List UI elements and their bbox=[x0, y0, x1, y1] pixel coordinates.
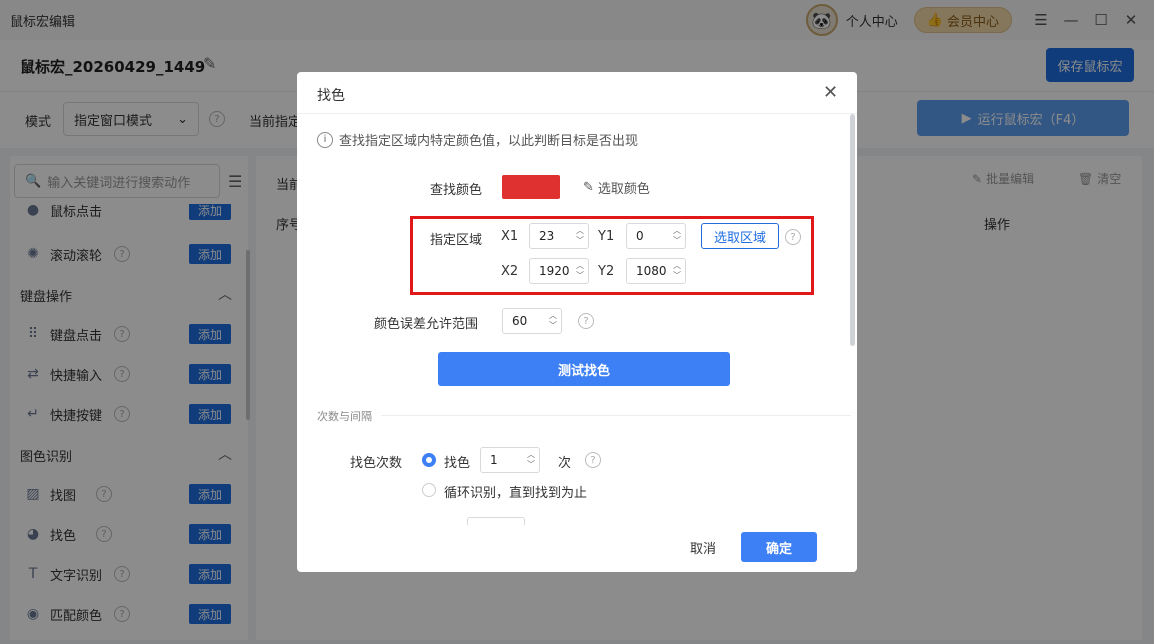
ok-button[interactable]: 确定 bbox=[741, 532, 817, 562]
pick-color-button[interactable]: ✎ 选取颜色 bbox=[583, 178, 650, 197]
y1-value: 0 bbox=[636, 229, 644, 243]
count-option-label: 找色 bbox=[444, 456, 471, 471]
stepper-arrows-icon[interactable]: ︿ ﹀ bbox=[549, 311, 557, 331]
count-value: 1 bbox=[490, 453, 498, 467]
cancel-button[interactable]: 取消 bbox=[677, 532, 729, 562]
find-color-dialog: 找色 ✕ i 查找指定区域内特定颜色值，以此判断目标是否出现 查找颜色 ✎ 选取… bbox=[297, 72, 857, 572]
y1-stepper[interactable]: 0 ︿ ﹀ bbox=[626, 223, 686, 249]
loop-option-label: 循环识别，直到找到为止 bbox=[444, 486, 588, 501]
count-label: 找色次数 bbox=[350, 456, 403, 471]
x2-value: 1920 bbox=[539, 264, 570, 278]
stepper-arrows-icon[interactable]: ︿ ﹀ bbox=[673, 226, 681, 246]
count-stepper[interactable]: 1 ︿ ﹀ bbox=[480, 447, 540, 473]
x1-label: X1 bbox=[501, 229, 519, 244]
y1-label: Y1 bbox=[598, 229, 615, 244]
dialog-header: 找色 ✕ bbox=[297, 72, 857, 114]
help-icon[interactable]: ? bbox=[785, 229, 801, 245]
dialog-title: 找色 bbox=[317, 88, 345, 104]
x1-value: 23 bbox=[539, 229, 555, 243]
close-icon[interactable]: ✕ bbox=[823, 82, 838, 103]
help-icon[interactable]: ? bbox=[578, 313, 594, 329]
y2-value: 1080 bbox=[636, 264, 667, 278]
pick-color-label: 选取颜色 bbox=[597, 182, 650, 197]
eyedropper-icon: ✎ bbox=[583, 180, 594, 195]
tolerance-value: 60 bbox=[512, 314, 528, 328]
info-row: i 查找指定区域内特定颜色值，以此判断目标是否出现 bbox=[317, 130, 638, 149]
stepper-arrows-icon[interactable]: ︿ ﹀ bbox=[576, 226, 584, 246]
interval-input[interactable] bbox=[467, 517, 525, 525]
select-area-button[interactable]: 选取区域 bbox=[701, 223, 779, 249]
find-color-label: 查找颜色 bbox=[430, 183, 483, 198]
help-icon[interactable]: ? bbox=[585, 452, 601, 468]
tolerance-label: 颜色误差允许范围 bbox=[374, 317, 479, 332]
info-icon: i bbox=[317, 131, 333, 148]
color-swatch[interactable] bbox=[502, 175, 560, 199]
x1-stepper[interactable]: 23 ︿ ﹀ bbox=[529, 223, 589, 249]
stepper-arrows-icon[interactable]: ︿ ﹀ bbox=[673, 261, 681, 281]
count-unit: 次 bbox=[558, 456, 572, 471]
test-find-color-button[interactable]: 测试找色 bbox=[438, 352, 730, 386]
dialog-scrollbar[interactable] bbox=[850, 114, 855, 346]
area-label: 指定区域 bbox=[430, 233, 483, 248]
x2-label: X2 bbox=[501, 264, 519, 279]
loop-radio[interactable] bbox=[422, 483, 436, 497]
section-title: 次数与间隔 bbox=[317, 410, 372, 423]
stepper-arrows-icon[interactable]: ︿ ﹀ bbox=[576, 261, 584, 281]
info-text: 查找指定区域内特定颜色值，以此判断目标是否出现 bbox=[339, 134, 639, 149]
app-window: 鼠标宏编辑 🐼 个人中心 👍 会员中心 ☰ — ☐ ✕ 鼠标宏_20260429… bbox=[0, 0, 1154, 644]
count-radio[interactable] bbox=[422, 453, 436, 467]
y2-stepper[interactable]: 1080 ︿ ﹀ bbox=[626, 258, 686, 284]
x2-stepper[interactable]: 1920 ︿ ﹀ bbox=[529, 258, 589, 284]
stepper-arrows-icon[interactable]: ︿ ﹀ bbox=[527, 450, 535, 470]
tolerance-stepper[interactable]: 60 ︿ ﹀ bbox=[502, 308, 562, 334]
y2-label: Y2 bbox=[598, 264, 615, 279]
section-divider bbox=[381, 415, 851, 416]
